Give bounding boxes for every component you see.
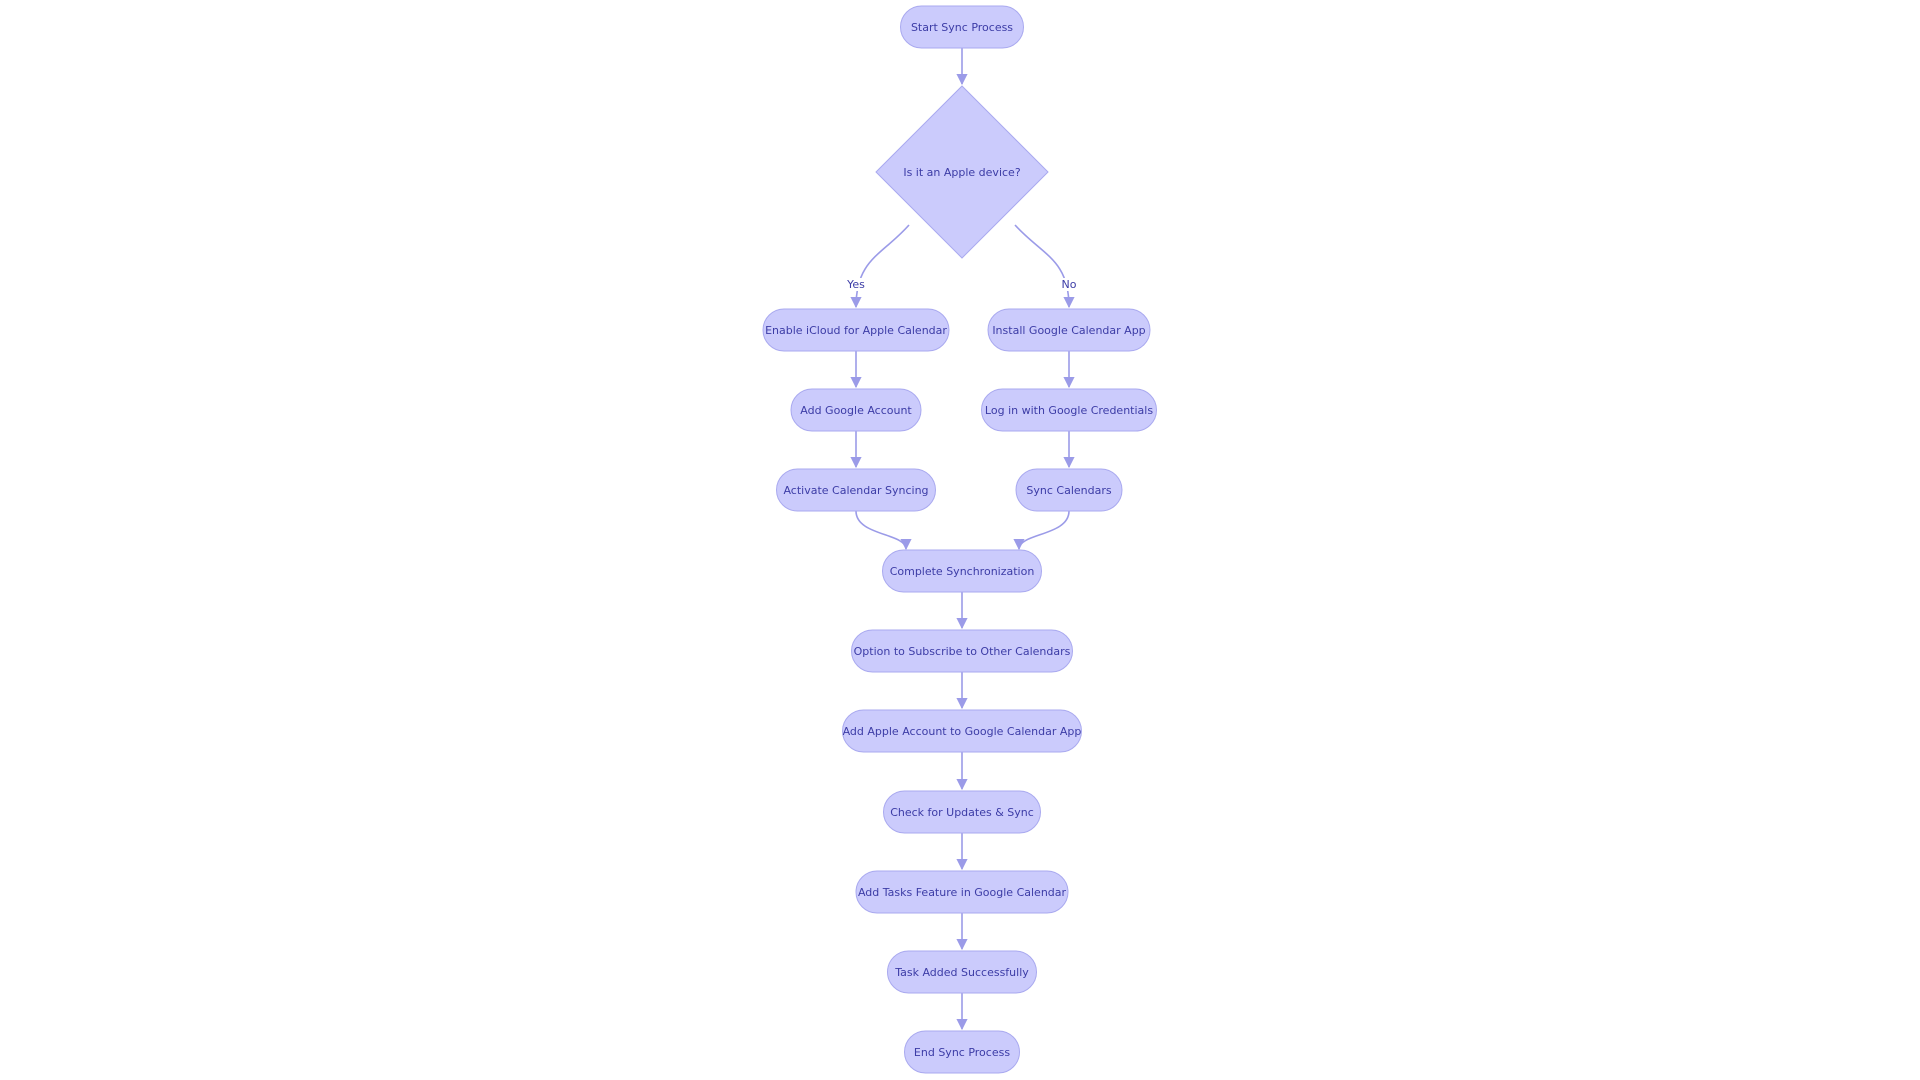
node-label: Start Sync Process	[911, 21, 1013, 34]
node-label: Is it an Apple device?	[903, 166, 1020, 179]
node-addg: Add Google Account	[790, 388, 922, 432]
node-label: Add Tasks Feature in Google Calendar	[858, 886, 1067, 899]
edge-q-icloud	[850, 224, 910, 309]
node-option: Option to Subscribe to Other Calendars	[851, 629, 1073, 673]
node-start: Start Sync Process	[900, 5, 1024, 49]
node-label: Option to Subscribe to Other Calendars	[854, 645, 1071, 658]
node-label: Complete Synchronization	[890, 565, 1035, 578]
flowchart: Yes No Start Sync Process Is it an Apple d…	[762, 5, 1157, 1074]
node-label: End Sync Process	[914, 1046, 1010, 1059]
edge-label: Yes	[846, 278, 865, 291]
nodes: Start Sync Process Is it an Apple device?…	[762, 5, 1157, 1074]
edge-activate-complete	[855, 510, 912, 551]
node-activate: Activate Calendar Syncing	[776, 468, 936, 512]
node-taskok: Task Added Successfully	[887, 950, 1037, 994]
node-label: Add Apple Account to Google Calendar App	[843, 725, 1082, 738]
node-label: Log in with Google Credentials	[985, 404, 1153, 417]
edge-q-install	[1014, 224, 1075, 309]
edge-label: No	[1062, 278, 1077, 291]
node-label: Add Google Account	[800, 404, 912, 417]
node-label: Enable iCloud for Apple Calendar	[765, 324, 947, 337]
node-login: Log in with Google Credentials	[981, 388, 1157, 432]
node-icloud: Enable iCloud for Apple Calendar	[762, 308, 950, 352]
node-label: Task Added Successfully	[894, 966, 1029, 979]
node-complete: Complete Synchronization	[882, 549, 1042, 593]
node-label: Activate Calendar Syncing	[783, 484, 928, 497]
node-check: Check for Updates & Sync	[883, 790, 1041, 834]
node-tasks: Add Tasks Feature in Google Calendar	[855, 870, 1069, 914]
node-install: Install Google Calendar App	[987, 308, 1151, 352]
node-label: Check for Updates & Sync	[890, 806, 1034, 819]
node-addapple: Add Apple Account to Google Calendar App	[842, 709, 1082, 753]
node-end: End Sync Process	[904, 1030, 1020, 1074]
node-label: Sync Calendars	[1026, 484, 1111, 497]
edge-synccal-complete	[1013, 510, 1070, 551]
node-synccal: Sync Calendars	[1015, 468, 1123, 512]
node-label: Install Google Calendar App	[992, 324, 1145, 337]
